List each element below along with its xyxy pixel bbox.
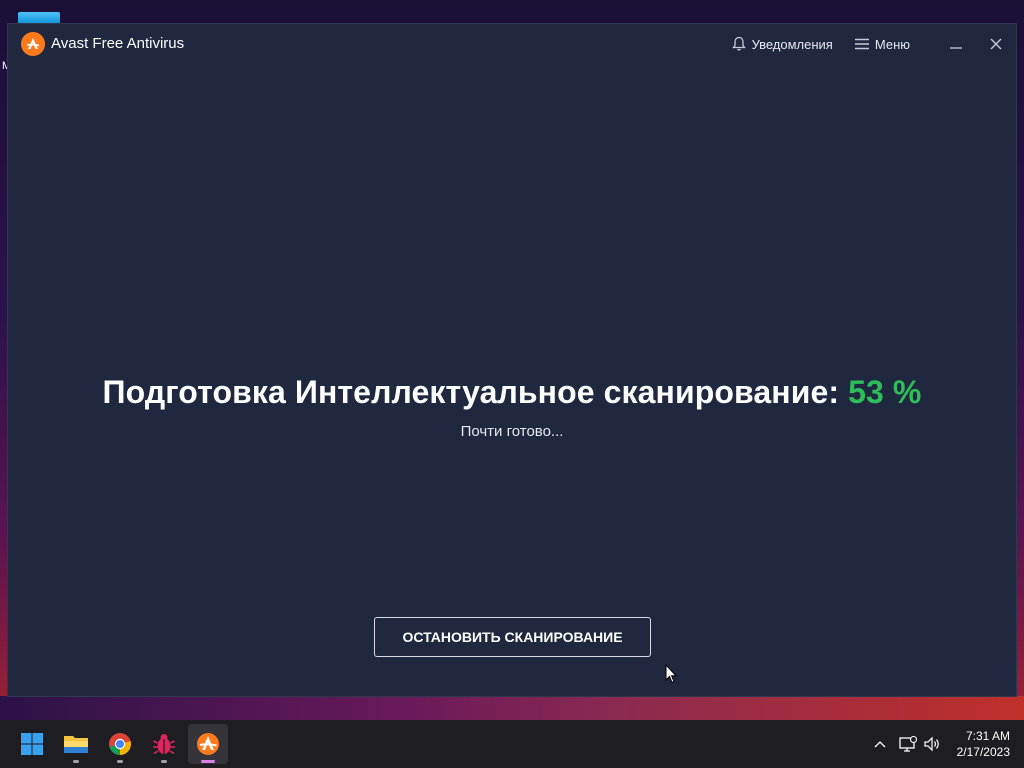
avast-window: Avast Free Antivirus Уведомления Меню По…: [8, 24, 1016, 696]
stop-scan-button[interactable]: ОСТАНОВИТЬ СКАНИРОВАНИЕ: [374, 617, 651, 657]
running-indicator: [73, 760, 79, 763]
chevron-up-icon: [874, 741, 886, 748]
notifications-label: Уведомления: [751, 36, 833, 52]
title-bar[interactable]: Avast Free Antivirus Уведомления Меню: [8, 24, 1016, 64]
clock-date: 2/17/2023: [956, 745, 1010, 759]
scan-progress-percent: 53 %: [848, 374, 922, 410]
network-icon: [899, 736, 917, 752]
bug-app-icon: [153, 734, 175, 755]
mouse-cursor-icon: [665, 664, 677, 684]
scan-heading: Подготовка Интеллектуальное сканирование…: [8, 374, 1016, 411]
minimize-icon: [950, 47, 962, 49]
bell-icon: [731, 36, 746, 51]
taskbar: 7:31 AM 2/17/2023: [0, 720, 1024, 768]
taskbar-avast[interactable]: [188, 724, 228, 764]
notifications-button[interactable]: Уведомления: [731, 36, 833, 52]
taskbar-file-explorer[interactable]: [56, 724, 96, 764]
close-button[interactable]: [976, 24, 1016, 64]
running-indicator: [161, 760, 167, 763]
clock-time: 7:31 AM: [965, 729, 1010, 743]
avast-icon: [197, 733, 219, 755]
app-title: Avast Free Antivirus: [51, 35, 185, 52]
network-tray-button[interactable]: [896, 720, 920, 768]
running-indicator: [117, 760, 123, 763]
scan-content: Подготовка Интеллектуальное сканирование…: [8, 64, 1016, 696]
wallpaper-band: [0, 696, 1024, 720]
chrome-icon: [109, 733, 131, 755]
menu-button[interactable]: Меню: [854, 36, 910, 52]
taskbar-bug-app[interactable]: [144, 724, 184, 764]
volume-tray-button[interactable]: [920, 720, 944, 768]
volume-icon: [924, 736, 939, 752]
avast-logo-icon: [21, 32, 45, 56]
active-indicator: [201, 760, 215, 763]
file-explorer-icon: [64, 736, 88, 753]
close-icon: [990, 38, 1002, 50]
system-clock[interactable]: 7:31 AM 2/17/2023: [957, 728, 1010, 760]
taskbar-chrome[interactable]: [100, 724, 140, 764]
hamburger-icon: [854, 38, 869, 50]
minimize-button[interactable]: [936, 24, 976, 64]
start-button[interactable]: [12, 724, 52, 764]
menu-label: Меню: [874, 36, 910, 52]
scan-status-text: Почти готово...: [460, 423, 564, 440]
show-hidden-icons-button[interactable]: [868, 720, 892, 768]
windows-start-icon: [21, 733, 43, 755]
scan-title-text: Подготовка Интеллектуальное сканирование…: [102, 374, 840, 410]
